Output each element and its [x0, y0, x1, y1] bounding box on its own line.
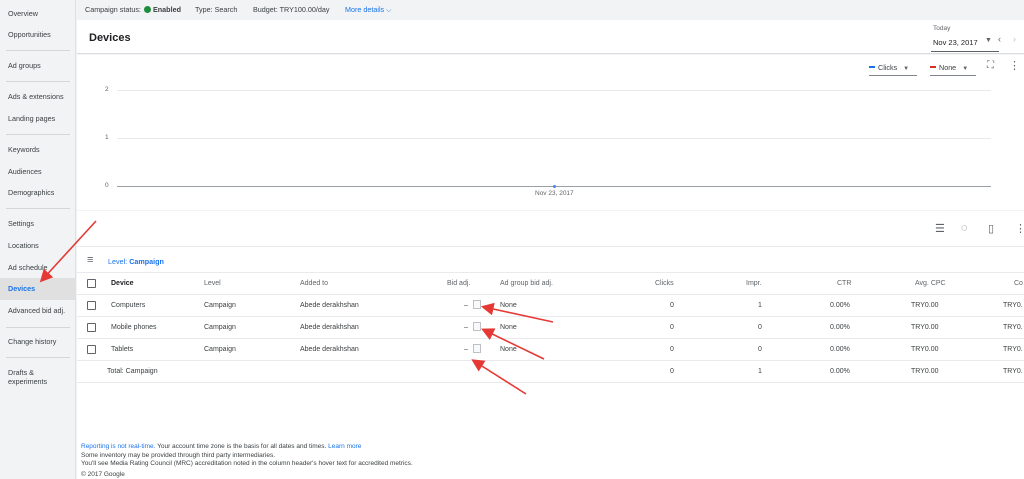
annotation-arrows [39, 220, 554, 395]
annotation-arrow [471, 359, 527, 395]
annotation-arrow [480, 302, 554, 323]
annotation-arrow [481, 328, 545, 360]
annotation-arrow [39, 220, 97, 283]
